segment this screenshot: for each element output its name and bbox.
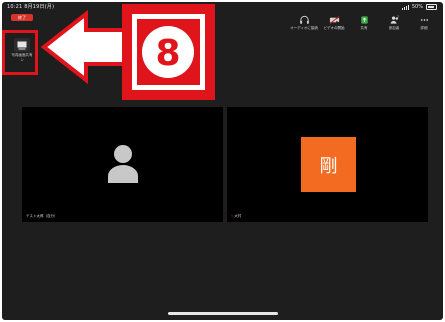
more-icon bbox=[420, 19, 428, 21]
headphones-icon bbox=[299, 15, 309, 24]
audio-connect-label: オーディオに接続 bbox=[290, 26, 318, 30]
home-indicator[interactable] bbox=[168, 312, 278, 315]
participants-icon: 2 bbox=[390, 15, 399, 24]
system-indicators: 50% bbox=[401, 2, 437, 12]
person-silhouette-icon bbox=[108, 145, 138, 183]
video-off-icon bbox=[329, 15, 339, 25]
video-tile-self[interactable]: テスト太郎（自分） bbox=[22, 107, 223, 222]
battery-icon bbox=[426, 4, 437, 10]
audio-connect-button[interactable]: オーディオに接続 bbox=[289, 15, 319, 31]
start-video-button[interactable]: ビデオの開始 bbox=[319, 15, 349, 31]
meeting-toolbar: オーディオに接続 ビデオの開始 共有 2 参加者 詳細 bbox=[289, 15, 439, 31]
end-meeting-button[interactable]: 終了 bbox=[11, 14, 33, 21]
callout-number: 8 bbox=[155, 33, 180, 74]
share-icon bbox=[360, 16, 368, 24]
participant-name: 大村 bbox=[234, 214, 242, 218]
share-button[interactable]: 共有 bbox=[349, 15, 379, 31]
callout-arrow: 8 bbox=[40, 4, 215, 100]
participants-button[interactable]: 2 参加者 bbox=[379, 15, 409, 31]
svg-text:2: 2 bbox=[397, 15, 399, 19]
share-label: 共有 bbox=[360, 26, 368, 30]
video-tile-participant[interactable]: 剛 ⦸ 大村 bbox=[227, 107, 428, 222]
tile-name-participant: ⦸ 大村 bbox=[231, 214, 241, 219]
mic-muted-icon: ⦸ bbox=[231, 214, 234, 218]
tile-name-self: テスト太郎（自分） bbox=[26, 214, 58, 218]
participants-label: 参加者 bbox=[388, 26, 400, 30]
more-button[interactable]: 詳細 bbox=[409, 15, 439, 31]
battery-percent: 50% bbox=[411, 4, 423, 10]
more-label: 詳細 bbox=[420, 26, 428, 30]
highlight-box bbox=[2, 30, 38, 75]
start-video-label: ビデオの開始 bbox=[323, 26, 345, 30]
participant-avatar: 剛 bbox=[301, 137, 356, 192]
signal-icon bbox=[401, 4, 409, 10]
